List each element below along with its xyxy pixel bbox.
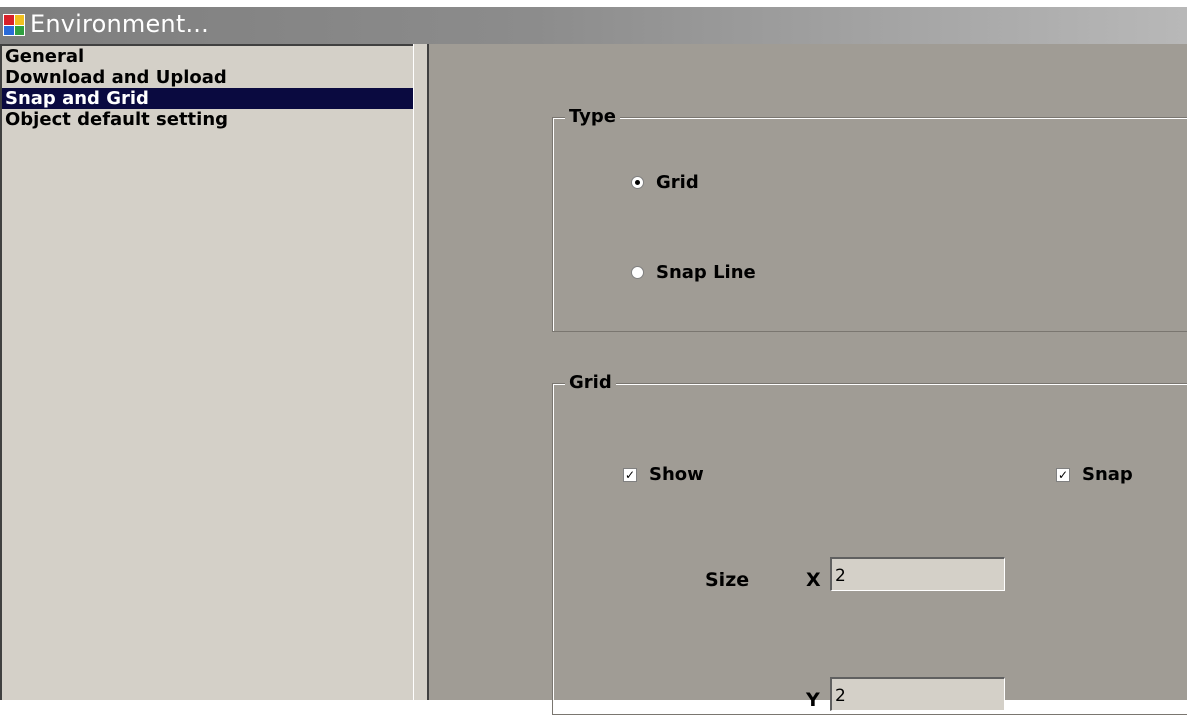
size-x-input[interactable] [830, 557, 1005, 591]
sidebar-item-download-upload[interactable]: Download and Upload [2, 67, 413, 88]
grid-groupbox: Grid ✓ Show ✓ Snap Size X Y [552, 372, 1187, 715]
snap-line-radio-button[interactable] [631, 266, 644, 279]
sidebar-item-general[interactable]: General [2, 46, 413, 67]
grid-radio-option[interactable]: Grid [631, 172, 699, 193]
category-list[interactable]: General Download and Upload Snap and Gri… [0, 44, 413, 700]
grid-legend: Grid [565, 372, 616, 393]
settings-panel: Type Grid Snap Line Grid ✓ Show ✓ Snap S… [429, 44, 1187, 715]
type-legend: Type [565, 106, 620, 127]
show-checkbox[interactable]: ✓ [623, 467, 637, 482]
sidebar-item-snap-grid[interactable]: Snap and Grid [2, 88, 413, 109]
title-bar[interactable]: Environment... [0, 7, 1187, 44]
snap-line-radio-label: Snap Line [656, 262, 756, 283]
x-label: X [806, 569, 821, 591]
panel-splitter[interactable] [413, 44, 429, 700]
show-grid-option[interactable]: ✓ Show [623, 464, 704, 485]
size-y-input[interactable] [830, 677, 1005, 711]
size-label: Size [705, 569, 750, 591]
snap-label: Snap [1082, 464, 1133, 485]
window-title: Environment... [30, 10, 209, 38]
snap-checkbox[interactable]: ✓ [1056, 467, 1070, 482]
snap-option[interactable]: ✓ Snap [1056, 464, 1133, 485]
app-window-icon [3, 14, 25, 36]
sidebar-item-object-default[interactable]: Object default setting [2, 109, 413, 130]
snap-line-radio-option[interactable]: Snap Line [631, 262, 756, 283]
y-label: Y [806, 689, 820, 711]
grid-radio-button[interactable] [631, 176, 644, 189]
environment-window: Environment... General Download and Uplo… [0, 7, 1187, 715]
grid-radio-label: Grid [656, 172, 699, 193]
type-groupbox: Type Grid Snap Line [552, 106, 1187, 332]
show-label: Show [649, 464, 704, 485]
